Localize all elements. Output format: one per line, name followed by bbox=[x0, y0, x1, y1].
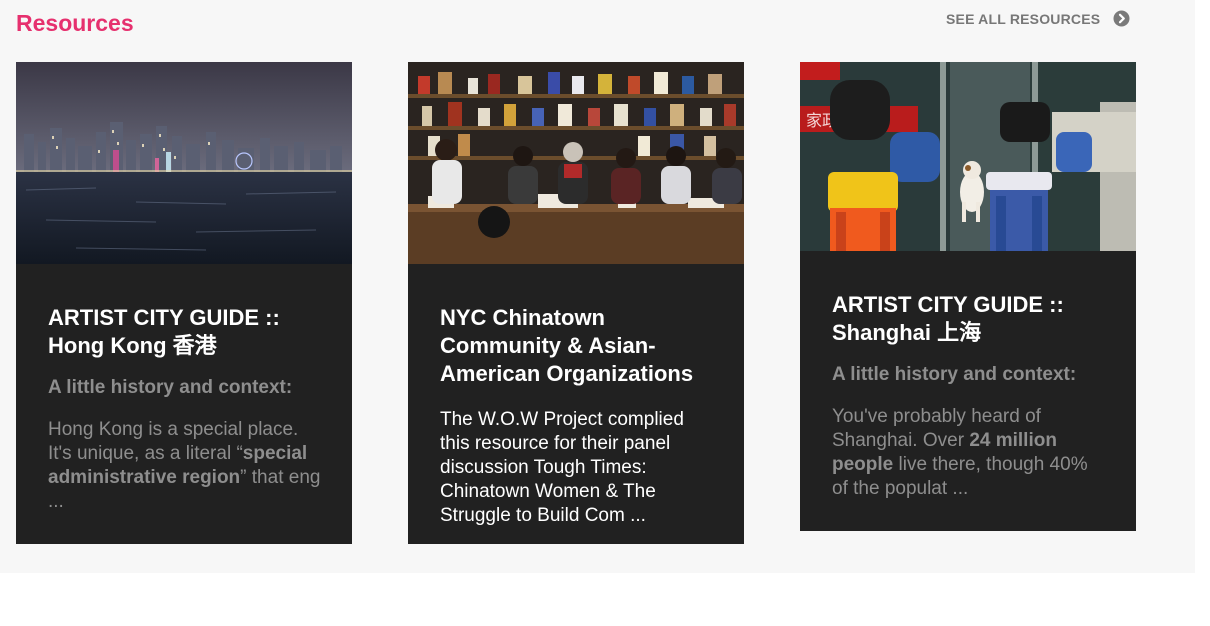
card-title[interactable]: NYC Chinatown Community & Asian- America… bbox=[440, 304, 716, 388]
card-title[interactable]: ARTIST CITY GUIDE :: Shanghai 上海 bbox=[832, 291, 1108, 347]
card-title-line: Hong Kong 香港 bbox=[48, 333, 217, 358]
card-subtitle: A little history and context: bbox=[832, 364, 1077, 385]
card-title-line: Shanghai 上海 bbox=[832, 320, 982, 345]
resources-section: Resources SEE ALL RESOURCES ARTIST CITY … bbox=[0, 0, 1195, 573]
arrow-right-circle-icon bbox=[1113, 10, 1130, 27]
card-excerpt: The W.O.W Project complied this resource… bbox=[440, 409, 684, 526]
card-title-line: Community & Asian- bbox=[440, 333, 656, 358]
card-title[interactable]: ARTIST CITY GUIDE :: Hong Kong 香港 bbox=[48, 304, 324, 360]
section-title: Resources bbox=[16, 10, 134, 36]
resource-card-hong-kong[interactable]: ARTIST CITY GUIDE :: Hong Kong 香港 A litt… bbox=[16, 62, 352, 544]
card-title-line: NYC Chinatown bbox=[440, 305, 605, 330]
card-image-shanghai[interactable]: 家政服务 bbox=[800, 62, 1136, 251]
card-image-nyc-chinatown[interactable] bbox=[408, 62, 744, 264]
card-image-hong-kong[interactable] bbox=[16, 62, 352, 264]
card-excerpt: You've probably heard of Shanghai. Over … bbox=[832, 405, 1108, 501]
resource-card-shanghai[interactable]: 家政服务 ARTIST CIT bbox=[800, 62, 1136, 531]
card-title-line: ARTIST CITY GUIDE :: bbox=[832, 292, 1064, 317]
see-all-resources-link[interactable]: SEE ALL RESOURCES bbox=[946, 10, 1130, 27]
resource-card-nyc-chinatown[interactable]: NYC Chinatown Community & Asian- America… bbox=[408, 62, 744, 544]
card-title-line: ARTIST CITY GUIDE :: bbox=[48, 305, 280, 330]
card-title-line: American Organizations bbox=[440, 361, 694, 386]
card-excerpt: Hong Kong is a special place. It's uniqu… bbox=[48, 418, 324, 514]
see-all-label: SEE ALL RESOURCES bbox=[946, 10, 1101, 27]
card-subtitle: A little history and context: bbox=[48, 377, 293, 398]
